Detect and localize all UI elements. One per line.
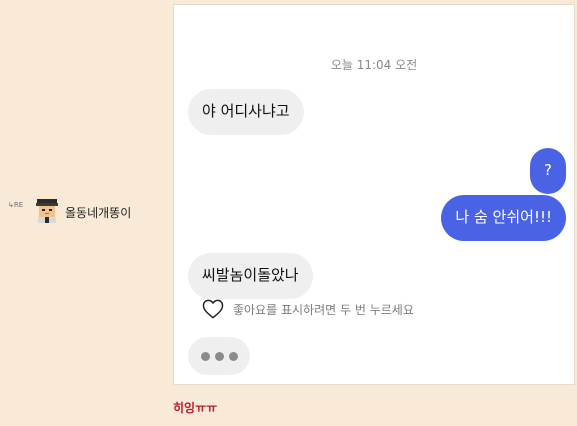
chat-timestamp: 오늘 11:04 오전 — [330, 58, 418, 72]
typing-dot — [228, 351, 238, 361]
typing-dot — [214, 351, 224, 361]
message-bubble-incoming: 씨발놈이돌았나 — [188, 253, 313, 299]
avatar-pixel-icon — [36, 199, 58, 223]
reply-tag: ↳RE — [8, 201, 24, 209]
post-caption: 히잉ㅠㅠ — [173, 401, 218, 415]
message-bubble-outgoing: ? — [530, 148, 566, 194]
typing-dots-icon — [188, 337, 250, 375]
author-nickname[interactable]: 올동네개똥이 — [65, 204, 131, 221]
typing-dot — [200, 351, 210, 361]
like-hint-text: 좋아요를 표시하려면 두 번 누르세요 — [233, 302, 414, 317]
like-hint-row: 좋아요를 표시하려면 두 번 누르세요 — [202, 299, 414, 319]
message-bubble-incoming: 야 어디사냐고 — [188, 89, 304, 135]
message-bubble-outgoing: 나 숨 안쉬어!!! — [441, 195, 566, 241]
chat-screenshot: 오늘 11:04 오전 야 어디사냐고 ? 나 숨 안쉬어!!! 씨발놈이돌았나… — [173, 4, 575, 385]
heart-icon[interactable] — [202, 299, 224, 319]
